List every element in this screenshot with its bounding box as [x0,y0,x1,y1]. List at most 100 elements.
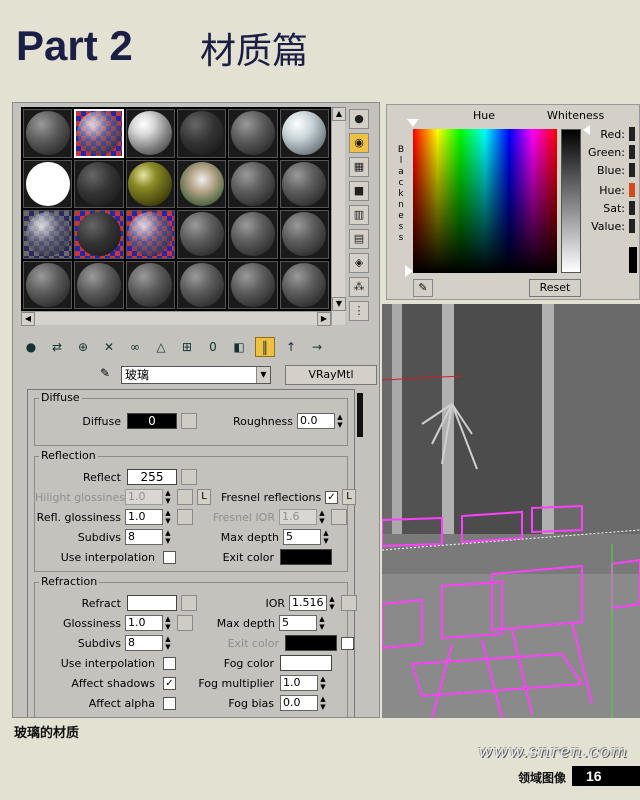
scroll-left-arrow-icon[interactable]: ◀ [21,312,35,326]
refract-map-button[interactable] [181,595,197,611]
roughness-value[interactable]: 0.0 [297,413,335,429]
material-effects-channel-icon[interactable]: 0 [203,337,223,357]
sample-slot[interactable] [125,210,175,259]
reflect-color-swatch[interactable]: 255 [127,469,177,485]
ior-spinner[interactable]: 1.516 ▲ ▼ [289,595,337,611]
refr-gloss-map-button[interactable] [177,615,193,631]
spinner-arrows-icon[interactable]: ▲ ▼ [163,615,173,631]
slot-vertical-scrollbar[interactable]: ▲ ▼ [331,107,346,325]
background-checker-icon[interactable]: ▦ [349,157,369,177]
go-to-parent-icon[interactable]: ↑ [281,337,301,357]
sample-uv-tiling-icon[interactable]: ■ [349,181,369,201]
spinner-arrows-icon[interactable]: ▲ ▼ [163,635,173,651]
fresnel-lock-button[interactable]: L [342,489,356,505]
hilight-map-button[interactable] [177,489,193,505]
refr-exit-color-swatch[interactable] [285,635,337,651]
reset-button[interactable]: Reset [529,279,581,297]
sample-slot[interactable] [228,210,278,259]
reflect-map-button[interactable] [181,469,197,485]
value-field[interactable]: Value: [591,219,635,233]
spinner-arrows-icon[interactable]: ▲ ▼ [317,509,327,525]
green-slider[interactable] [629,145,635,159]
sample-slot[interactable] [125,159,175,208]
fresnel-ior-spinner[interactable]: 1.6 ▲ ▼ [279,509,327,525]
sample-slot[interactable] [23,260,73,309]
reset-map-icon[interactable]: ✕ [99,337,119,357]
sample-slot[interactable] [23,109,73,158]
refl-exit-color-swatch[interactable] [280,549,332,565]
refr-subdivs-spinner[interactable]: 8 ▲ ▼ [125,635,173,651]
hue-blackness-spectrum[interactable] [413,129,557,273]
sample-slot[interactable] [279,260,329,309]
fog-multiplier-spinner[interactable]: 1.0 ▲ ▼ [280,675,328,691]
sat-field[interactable]: Sat: [603,201,635,215]
show-map-in-viewport-icon[interactable]: ◧ [229,337,249,357]
sample-slot[interactable] [74,159,124,208]
put-to-scene-icon[interactable]: ⇄ [47,337,67,357]
spinner-arrows-icon[interactable]: ▲ ▼ [321,529,331,545]
blue-slider[interactable] [629,163,635,177]
options-icon[interactable]: ◈ [349,253,369,273]
refr-max-depth-value[interactable]: 5 [279,615,317,631]
scroll-down-arrow-icon[interactable]: ▼ [332,297,346,311]
sample-slot[interactable] [74,210,124,259]
get-material-icon[interactable]: ● [21,337,41,357]
whiteness-pointer-icon[interactable] [583,125,590,135]
sample-slot[interactable] [74,260,124,309]
make-unique-icon[interactable]: ∞ [125,337,145,357]
fog-color-swatch[interactable] [280,655,332,671]
slot-horizontal-scrollbar[interactable]: ◀ ▶ [21,311,331,326]
fog-multiplier-value[interactable]: 1.0 [280,675,318,691]
affect-shadows-checkbox[interactable]: ✓ [163,676,176,690]
sample-slot[interactable] [279,109,329,158]
sample-slot[interactable] [23,210,73,259]
refract-color-swatch[interactable] [127,595,177,611]
roughness-spinner[interactable]: 0.0 ▲ ▼ [297,413,345,429]
material-type-button[interactable]: VRayMtl [285,365,377,385]
red-field[interactable]: Red: [600,127,635,141]
spinner-arrows-icon[interactable]: ▲ ▼ [163,489,173,505]
refr-subdivs-value[interactable]: 8 [125,635,163,651]
put-to-library-icon[interactable]: △ [151,337,171,357]
make-preview-icon[interactable]: ▤ [349,229,369,249]
refl-subdivs-value[interactable]: 8 [125,529,163,545]
fog-bias-spinner[interactable]: 0.0 ▲ ▼ [280,695,328,711]
refr-glossiness-value[interactable]: 1.0 [125,615,163,631]
spinner-arrows-icon[interactable]: ▲ ▼ [163,529,173,545]
hue-field[interactable]: Hue: [599,183,635,197]
sample-slot[interactable] [279,159,329,208]
refl-glossiness-spinner[interactable]: 1.0 ▲ ▼ [125,509,173,525]
value-slider[interactable] [629,219,635,233]
affect-alpha-checkbox[interactable] [163,696,176,710]
spinner-arrows-icon[interactable]: ▲ ▼ [327,595,337,611]
sample-slot-selected[interactable] [74,109,124,158]
refl-glossiness-value[interactable]: 1.0 [125,509,163,525]
hilight-glossiness-spinner[interactable]: 1.0 ▲ ▼ [125,489,173,505]
sat-slider[interactable] [629,201,635,215]
ior-map-button[interactable] [341,595,357,611]
spinner-arrows-icon[interactable]: ▲ ▼ [317,615,327,631]
fog-bias-value[interactable]: 0.0 [280,695,318,711]
refr-max-depth-spinner[interactable]: 5 ▲ ▼ [279,615,327,631]
material-id-icon[interactable]: ⊞ [177,337,197,357]
refl-max-depth-value[interactable]: 5 [283,529,321,545]
refr-glossiness-spinner[interactable]: 1.0 ▲ ▼ [125,615,173,631]
refl-subdivs-spinner[interactable]: 8 ▲ ▼ [125,529,173,545]
refr-use-interpolation-checkbox[interactable] [163,656,176,670]
fresnel-ior-map-button[interactable] [331,509,347,525]
refl-gloss-map-button[interactable] [177,509,193,525]
sample-slot[interactable] [279,210,329,259]
sample-type-icon[interactable]: ● [349,109,369,129]
sample-slot[interactable] [228,260,278,309]
sample-slot[interactable] [228,159,278,208]
hilight-lock-button[interactable]: L [197,489,211,505]
sample-slot[interactable] [23,159,73,208]
sample-slot[interactable] [176,159,227,208]
refr-exit-color-checkbox[interactable] [341,636,354,650]
sample-slot[interactable] [176,210,227,259]
diffuse-map-button[interactable] [181,413,197,429]
pick-material-icon[interactable]: ✎ [95,366,115,384]
refl-use-interpolation-checkbox[interactable] [163,550,176,564]
sample-slot[interactable] [125,260,175,309]
select-by-material-icon[interactable]: ⁂ [349,277,369,297]
